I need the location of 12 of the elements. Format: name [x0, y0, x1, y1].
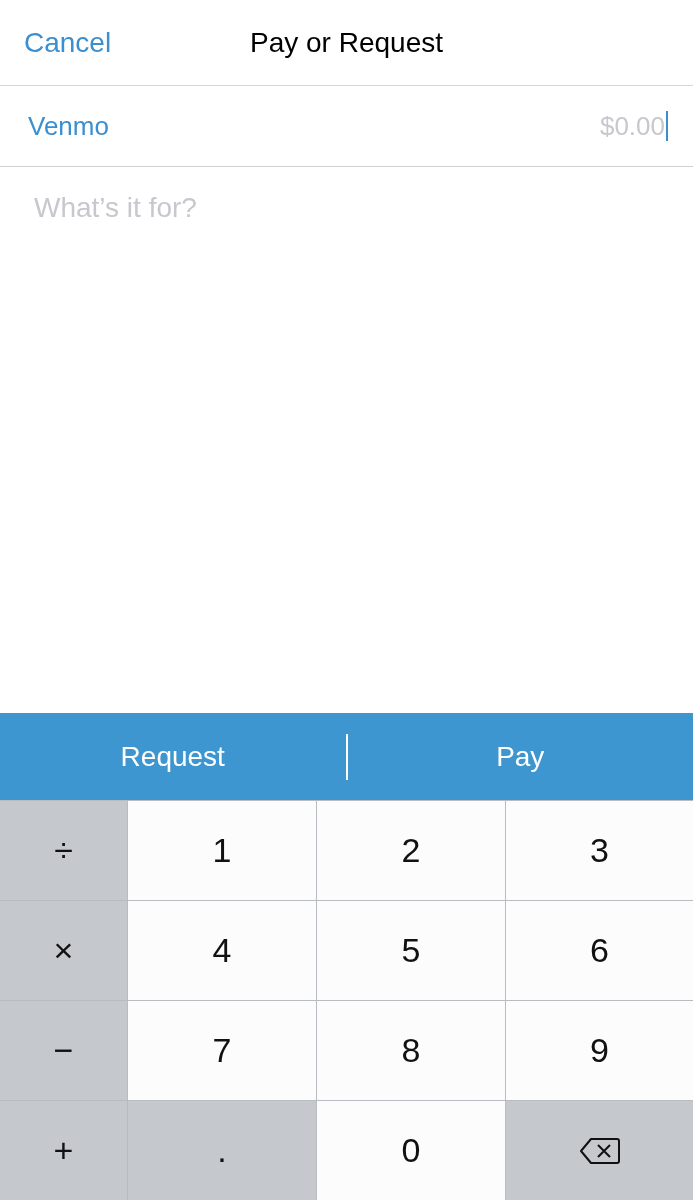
amount-field[interactable]: $0.00	[124, 106, 665, 146]
recipient-name: Venmo	[28, 109, 109, 143]
keypad-key[interactable]: +	[0, 1101, 128, 1200]
keypad-key[interactable]: −	[0, 1001, 128, 1100]
keypad-key[interactable]: ÷	[0, 801, 128, 900]
text-cursor	[666, 111, 668, 141]
note-field[interactable]: What’s it for?	[0, 167, 693, 713]
delete-key[interactable]	[506, 1101, 693, 1200]
keypad-key[interactable]: ×	[0, 901, 128, 1000]
backspace-icon	[578, 1136, 621, 1165]
screen-title: Pay or Request	[250, 25, 443, 60]
keypad-key[interactable]: .	[128, 1101, 317, 1200]
